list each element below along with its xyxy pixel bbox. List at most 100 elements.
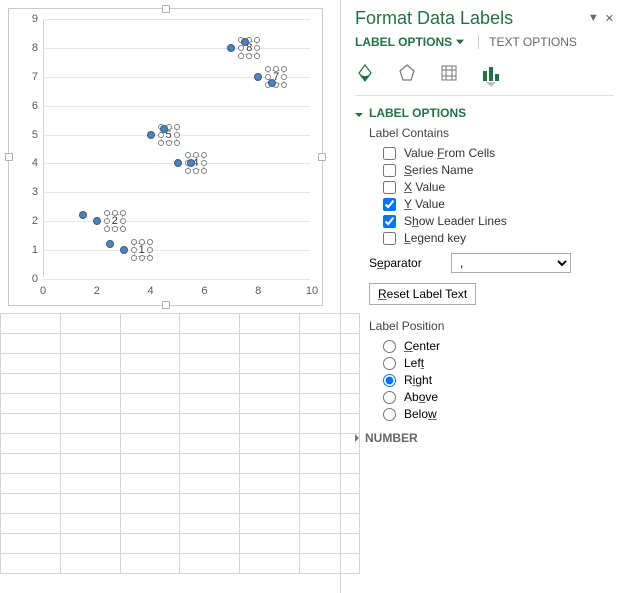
resize-handle-n[interactable] <box>162 5 170 13</box>
data-point[interactable] <box>174 159 182 167</box>
selection-handle[interactable] <box>131 255 137 261</box>
selection-handle[interactable] <box>201 168 207 174</box>
size-properties-icon[interactable] <box>439 63 459 83</box>
cb-y-value-label: Y Value <box>404 197 445 211</box>
resize-handle-s[interactable] <box>162 301 170 309</box>
selection-handle[interactable] <box>104 226 110 232</box>
data-point[interactable] <box>79 211 87 219</box>
x-tick: 6 <box>201 285 207 297</box>
data-point[interactable] <box>120 246 128 254</box>
pane-title: Format Data Labels <box>355 8 588 29</box>
tab-label-options[interactable]: LABEL OPTIONS <box>355 35 464 49</box>
selection-handle[interactable] <box>201 152 207 158</box>
cb-series-name-label: Series Name <box>404 163 473 177</box>
section-label-options[interactable]: LABEL OPTIONS <box>355 106 614 120</box>
radio-below-label: Below <box>404 407 437 421</box>
selection-handle[interactable] <box>254 45 260 51</box>
cb-x-value[interactable] <box>383 181 396 194</box>
selection-handle[interactable] <box>147 247 153 253</box>
data-point[interactable] <box>268 79 276 87</box>
close-icon[interactable]: ✕ <box>605 12 614 25</box>
cb-series-name[interactable] <box>383 164 396 177</box>
cb-show-leader-lines[interactable] <box>383 215 396 228</box>
cb-legend-key[interactable] <box>383 232 396 245</box>
tab-text-options[interactable]: TEXT OPTIONS <box>478 35 577 49</box>
selection-handle[interactable] <box>185 168 191 174</box>
selection-handle[interactable] <box>185 152 191 158</box>
selection-handle[interactable] <box>254 37 260 43</box>
cb-value-from-cells[interactable] <box>383 147 396 160</box>
selection-handle[interactable] <box>201 160 207 166</box>
radio-above[interactable] <box>383 391 396 404</box>
worksheet-area[interactable]: 01234567890246810215487 <box>0 0 340 593</box>
selection-handle[interactable] <box>174 124 180 130</box>
selection-handle[interactable] <box>193 152 199 158</box>
separator-select[interactable]: , <box>451 253 571 273</box>
selection-handle[interactable] <box>166 140 172 146</box>
selection-handle[interactable] <box>120 218 126 224</box>
selection-handle[interactable] <box>158 140 164 146</box>
radio-right[interactable] <box>383 374 396 387</box>
plot-area[interactable]: 01234567890246810215487 <box>43 19 310 277</box>
selection-handle[interactable] <box>174 140 180 146</box>
effects-icon[interactable] <box>397 63 417 83</box>
selection-handle[interactable] <box>139 239 145 245</box>
cb-y-value[interactable] <box>383 198 396 211</box>
selection-handle[interactable] <box>104 210 110 216</box>
tab-label-options-text: LABEL OPTIONS <box>355 35 452 49</box>
fill-line-icon[interactable] <box>355 63 375 83</box>
selection-handle[interactable] <box>131 247 137 253</box>
selection-handle[interactable] <box>147 255 153 261</box>
data-point[interactable] <box>106 240 114 248</box>
selection-handle[interactable] <box>104 218 110 224</box>
data-point[interactable] <box>187 159 195 167</box>
chart-object[interactable]: 01234567890246810215487 <box>8 8 323 306</box>
selection-handle[interactable] <box>131 239 137 245</box>
data-point[interactable] <box>254 73 262 81</box>
section-number[interactable]: NUMBER <box>355 431 614 445</box>
resize-handle-e[interactable] <box>318 153 326 161</box>
x-tick: 0 <box>40 285 46 297</box>
cb-x-value-label: X Value <box>404 180 445 194</box>
label-options-icon[interactable] <box>481 63 501 83</box>
selection-handle[interactable] <box>238 53 244 59</box>
y-tick: 2 <box>32 215 38 227</box>
selection-handle[interactable] <box>147 239 153 245</box>
format-data-labels-pane: Format Data Labels ▼ ✕ LABEL OPTIONS TEX… <box>340 0 628 593</box>
selection-handle[interactable] <box>281 82 287 88</box>
selection-handle[interactable] <box>139 255 145 261</box>
selection-handle[interactable] <box>265 66 271 72</box>
cb-show-leader-label: Show Leader Lines <box>404 214 507 228</box>
radio-right-label: Right <box>404 373 432 387</box>
selection-handle[interactable] <box>246 53 252 59</box>
y-tick: 7 <box>32 71 38 83</box>
y-tick: 6 <box>32 100 38 112</box>
data-point[interactable] <box>241 38 249 46</box>
selection-handle[interactable] <box>120 226 126 232</box>
data-point[interactable] <box>147 131 155 139</box>
selection-handle[interactable] <box>281 74 287 80</box>
pane-options-icon[interactable]: ▼ <box>588 12 599 25</box>
data-point[interactable] <box>160 125 168 133</box>
spreadsheet-grid[interactable] <box>0 313 340 593</box>
x-tick: 4 <box>148 285 154 297</box>
label-contains-heading: Label Contains <box>369 126 614 140</box>
reset-label-text-button[interactable]: Reset Label Text <box>369 283 476 305</box>
selection-handle[interactable] <box>254 53 260 59</box>
resize-handle-w[interactable] <box>5 153 13 161</box>
selection-handle[interactable] <box>174 132 180 138</box>
data-point[interactable] <box>93 217 101 225</box>
selection-handle[interactable] <box>112 226 118 232</box>
x-tick: 8 <box>255 285 261 297</box>
y-tick: 5 <box>32 129 38 141</box>
selection-handle[interactable] <box>120 210 126 216</box>
selection-handle[interactable] <box>273 66 279 72</box>
selection-handle[interactable] <box>112 210 118 216</box>
cb-value-from-cells-label: Value From Cells <box>404 146 495 160</box>
selection-handle[interactable] <box>193 168 199 174</box>
selection-handle[interactable] <box>281 66 287 72</box>
data-point[interactable] <box>227 44 235 52</box>
radio-left[interactable] <box>383 357 396 370</box>
radio-below[interactable] <box>383 408 396 421</box>
radio-center[interactable] <box>383 340 396 353</box>
